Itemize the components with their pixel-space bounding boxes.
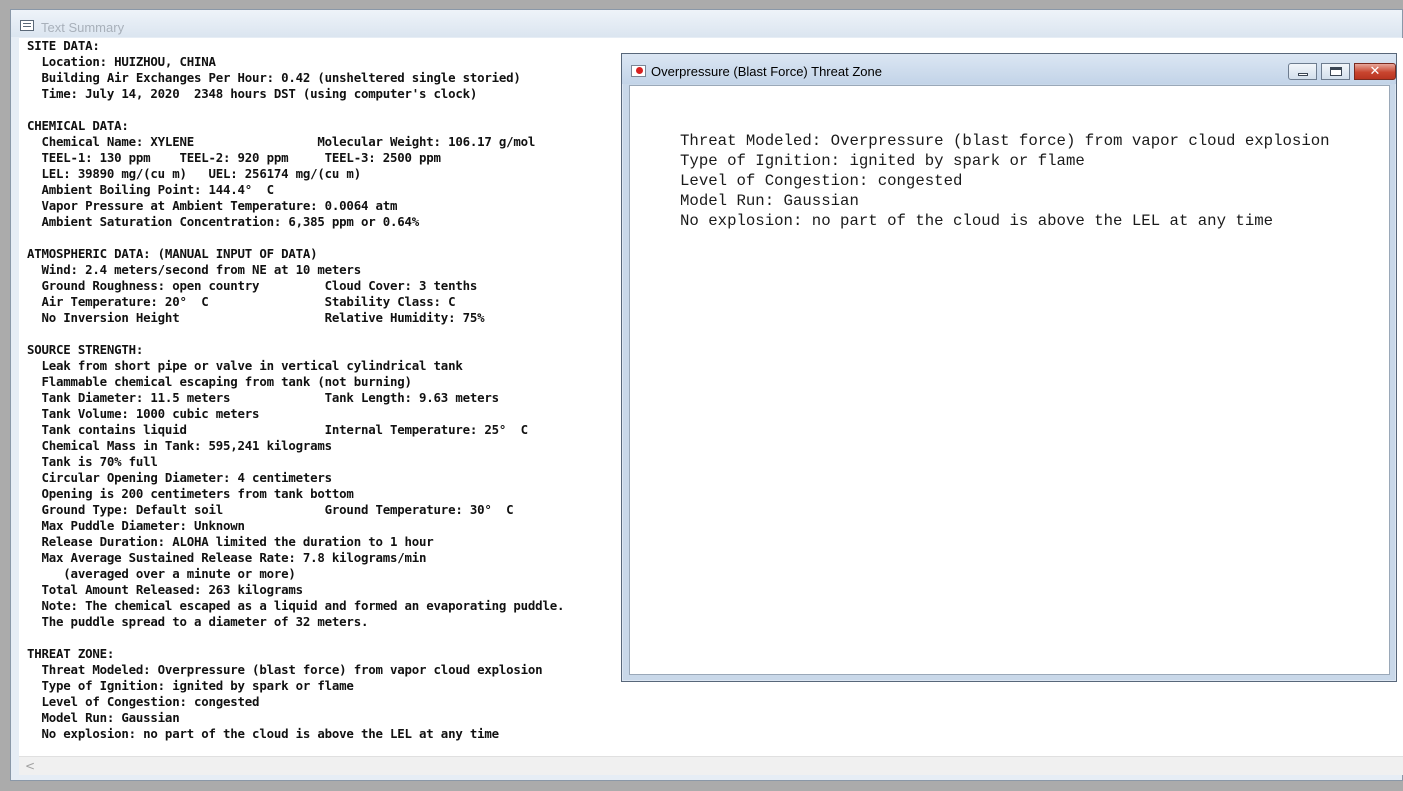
summary-line: SOURCE STRENGTH: bbox=[27, 342, 144, 357]
horizontal-scrollbar[interactable]: < bbox=[19, 756, 1403, 775]
summary-line: Total Amount Released: 263 kilograms bbox=[27, 582, 304, 597]
summary-line: Model Run: Gaussian bbox=[27, 710, 180, 725]
threat-zone-line: Threat Modeled: Overpressure (blast forc… bbox=[680, 132, 1330, 150]
summary-line: Circular Opening Diameter: 4 centimeters bbox=[27, 470, 333, 485]
summary-line: Level of Congestion: congested bbox=[27, 694, 260, 709]
summary-line: Chemical Mass in Tank: 595,241 kilograms bbox=[27, 438, 333, 453]
overpressure-window-titlebar[interactable]: Overpressure (Blast Force) Threat Zone ✕ bbox=[622, 54, 1396, 84]
summary-line: No Inversion Height Relative Humidity: 7… bbox=[27, 310, 485, 325]
summary-line: CHEMICAL DATA: bbox=[27, 118, 129, 133]
summary-line: Ambient Boiling Point: 144.4° C bbox=[27, 182, 275, 197]
summary-line: Tank Diameter: 11.5 meters Tank Length: … bbox=[27, 390, 500, 405]
close-button[interactable]: ✕ bbox=[1354, 63, 1396, 80]
summary-line: Note: The chemical escaped as a liquid a… bbox=[27, 598, 565, 613]
summary-line: Tank is 70% full bbox=[27, 454, 158, 469]
summary-line: Max Average Sustained Release Rate: 7.8 … bbox=[27, 550, 427, 565]
summary-line: No explosion: no part of the cloud is ab… bbox=[27, 726, 500, 741]
summary-line: (averaged over a minute or more) bbox=[27, 566, 296, 581]
threat-zone-line: Level of Congestion: congested bbox=[680, 172, 963, 190]
summary-line: Opening is 200 centimeters from tank bot… bbox=[27, 486, 354, 501]
summary-line: Ground Type: Default soil Ground Tempera… bbox=[27, 502, 514, 517]
summary-line: Tank Volume: 1000 cubic meters bbox=[27, 406, 260, 421]
summary-line: Time: July 14, 2020 2348 hours DST (usin… bbox=[27, 86, 478, 101]
summary-line: ATMOSPHERIC DATA: (MANUAL INPUT OF DATA) bbox=[27, 246, 318, 261]
threat-zone-text: Threat Modeled: Overpressure (blast forc… bbox=[680, 131, 1330, 231]
maximize-icon bbox=[1330, 67, 1342, 76]
document-icon bbox=[20, 20, 34, 31]
summary-line: Leak from short pipe or valve in vertica… bbox=[27, 358, 463, 373]
summary-line: Building Air Exchanges Per Hour: 0.42 (u… bbox=[27, 70, 521, 85]
summary-line: LEL: 39890 mg/(cu m) UEL: 256174 mg/(cu … bbox=[27, 166, 362, 181]
overpressure-window-content: Threat Modeled: Overpressure (blast forc… bbox=[629, 85, 1390, 675]
summary-line: Type of Ignition: ignited by spark or fl… bbox=[27, 678, 354, 693]
threat-zone-line: No explosion: no part of the cloud is ab… bbox=[680, 212, 1274, 230]
minimize-icon bbox=[1298, 73, 1308, 76]
summary-line: Location: HUIZHOU, CHINA bbox=[27, 54, 216, 69]
summary-line: Chemical Name: XYLENE Molecular Weight: … bbox=[27, 134, 536, 149]
summary-line: Ground Roughness: open country Cloud Cov… bbox=[27, 278, 478, 293]
summary-line: Flammable chemical escaping from tank (n… bbox=[27, 374, 412, 389]
aloha-app-icon bbox=[631, 65, 646, 77]
threat-zone-line: Model Run: Gaussian bbox=[680, 192, 859, 210]
scroll-left-arrow-icon[interactable]: < bbox=[25, 759, 35, 773]
maximize-button[interactable] bbox=[1321, 63, 1350, 80]
text-summary-titlebar[interactable]: Text Summary bbox=[11, 10, 1402, 37]
summary-line: Wind: 2.4 meters/second from NE at 10 me… bbox=[27, 262, 362, 277]
summary-line: Ambient Saturation Concentration: 6,385 … bbox=[27, 214, 420, 229]
close-icon: ✕ bbox=[1369, 64, 1381, 79]
summary-line: Max Puddle Diameter: Unknown bbox=[27, 518, 245, 533]
summary-line: Tank contains liquid Internal Temperatur… bbox=[27, 422, 529, 437]
minimize-button[interactable] bbox=[1288, 63, 1317, 80]
summary-line: Vapor Pressure at Ambient Temperature: 0… bbox=[27, 198, 398, 213]
summary-line: TEEL-1: 130 ppm TEEL-2: 920 ppm TEEL-3: … bbox=[27, 150, 441, 165]
text-summary-title: Text Summary bbox=[41, 20, 125, 35]
summary-line: The puddle spread to a diameter of 32 me… bbox=[27, 614, 369, 629]
summary-text: SITE DATA: Location: HUIZHOU, CHINA Buil… bbox=[27, 38, 564, 742]
threat-zone-line: Type of Ignition: ignited by spark or fl… bbox=[680, 152, 1085, 170]
overpressure-window-title: Overpressure (Blast Force) Threat Zone bbox=[651, 64, 882, 79]
summary-line: THREAT ZONE: bbox=[27, 646, 115, 661]
summary-line: Threat Modeled: Overpressure (blast forc… bbox=[27, 662, 543, 677]
overpressure-threat-zone-window[interactable]: Overpressure (Blast Force) Threat Zone ✕… bbox=[621, 53, 1397, 682]
summary-line: SITE DATA: bbox=[27, 38, 100, 53]
summary-line: Air Temperature: 20° C Stability Class: … bbox=[27, 294, 456, 309]
summary-line: Release Duration: ALOHA limited the dura… bbox=[27, 534, 434, 549]
